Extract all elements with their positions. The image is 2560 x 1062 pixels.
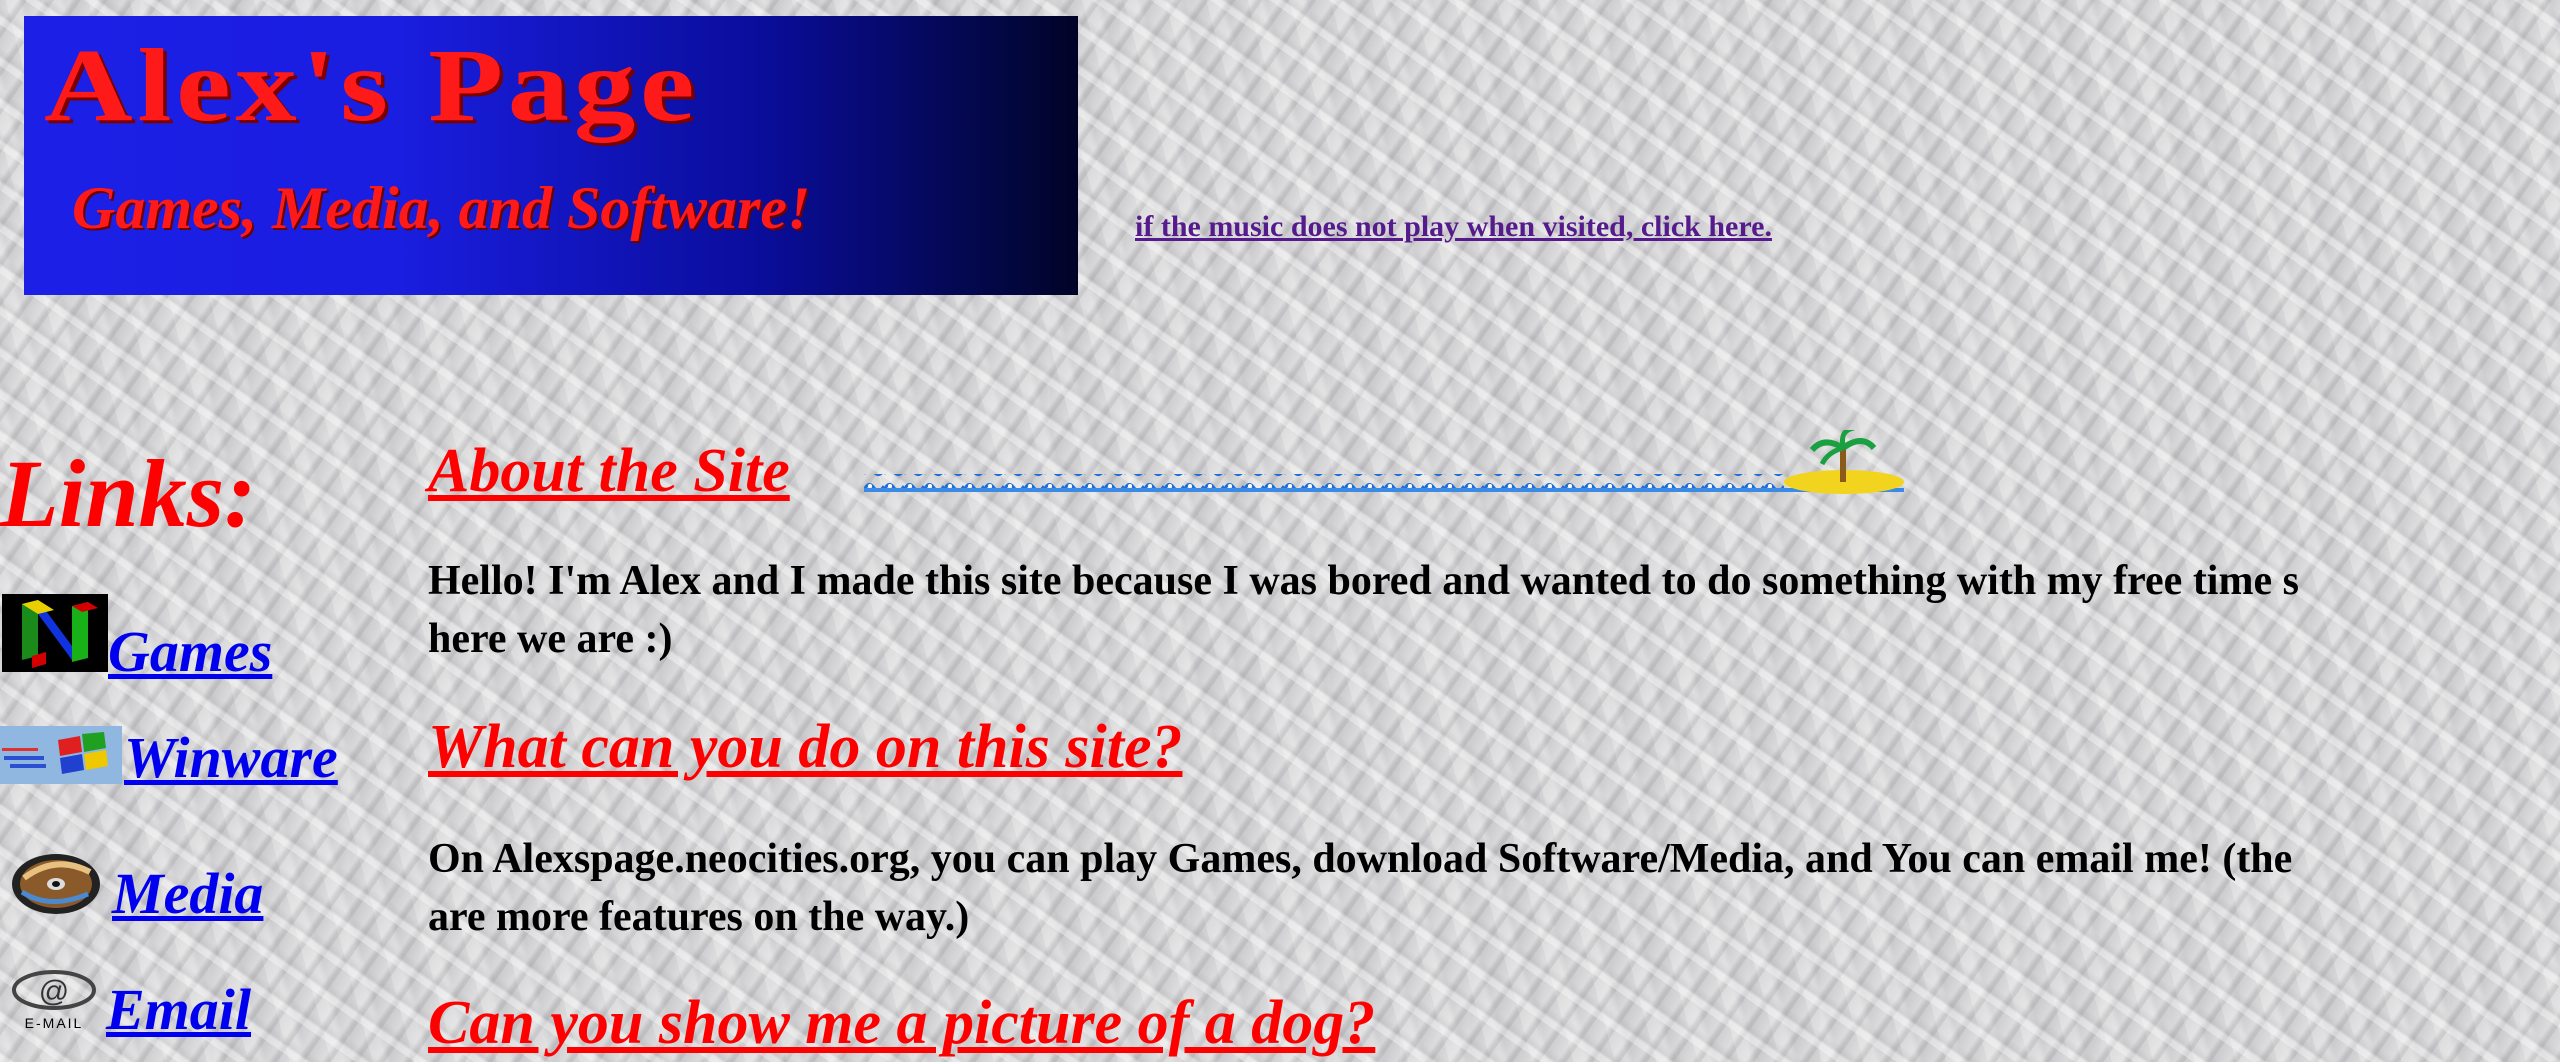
about-heading: About the Site bbox=[428, 437, 790, 505]
sidebar-item-games[interactable]: Games bbox=[0, 590, 300, 684]
banner-subtitle: Games, Media, and Software! bbox=[72, 175, 811, 241]
sidebar-item-label[interactable]: Media bbox=[112, 860, 263, 927]
sidebar-item-email[interactable]: @ E-MAIL Email bbox=[0, 966, 300, 1062]
site-banner: Alex's Page Games, Media, and Software! bbox=[24, 16, 1078, 295]
n64-logo-icon bbox=[2, 594, 108, 672]
features-heading: What can you do on this site? bbox=[428, 713, 1183, 781]
sidebar-item-media[interactable]: Media bbox=[0, 840, 300, 930]
paragraph-line: are more features on the way.) bbox=[428, 894, 970, 940]
paragraph-line: On Alexspage.neocities.org, you can play… bbox=[428, 836, 2293, 882]
email-at-icon: @ E-MAIL bbox=[4, 968, 104, 1032]
wave-island-icon bbox=[864, 425, 1904, 505]
sidebar-item-label[interactable]: Winware bbox=[124, 724, 338, 791]
sidebar-item-label[interactable]: Email bbox=[106, 976, 251, 1043]
music-play-link[interactable]: if the music does not play when visited,… bbox=[1135, 210, 1772, 244]
windows-flag-icon bbox=[0, 726, 122, 784]
cd-disc-icon bbox=[10, 848, 102, 918]
dog-heading: Can you show me a picture of a dog? bbox=[428, 989, 1376, 1057]
links-heading: Links: bbox=[0, 440, 257, 547]
banner-title: Alex's Page bbox=[44, 28, 700, 143]
sidebar-item-label[interactable]: Games bbox=[108, 618, 272, 685]
features-paragraph: On Alexspage.neocities.org, you can play… bbox=[428, 830, 2560, 946]
paragraph-line: here we are :) bbox=[428, 616, 673, 662]
about-paragraph: Hello! I'm Alex and I made this site bec… bbox=[428, 552, 2560, 668]
svg-text:E-MAIL: E-MAIL bbox=[25, 1015, 84, 1031]
paragraph-line: Hello! I'm Alex and I made this site bec… bbox=[428, 558, 2299, 604]
sidebar-item-winware[interactable]: Winware bbox=[0, 720, 360, 800]
svg-text:@: @ bbox=[39, 975, 69, 1008]
